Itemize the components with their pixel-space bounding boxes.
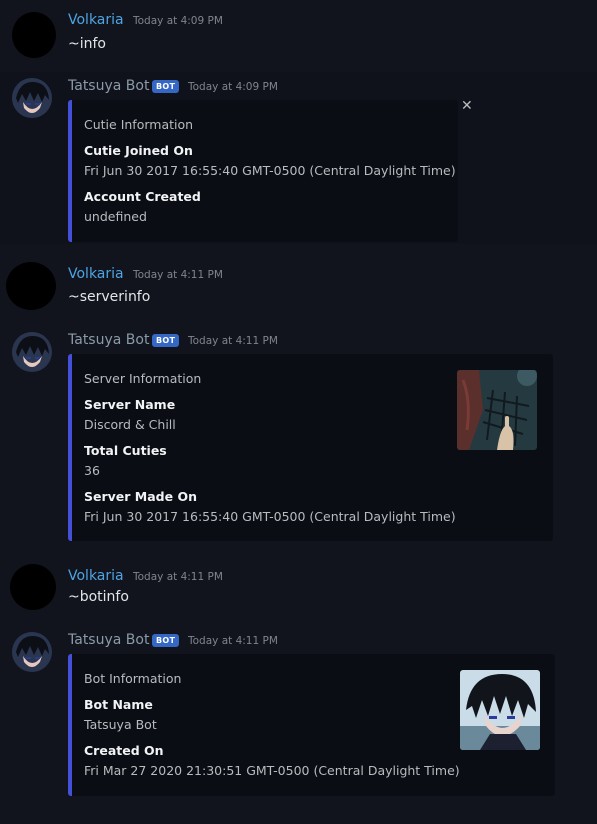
embed-field-value: Tatsuya Bot	[84, 717, 157, 732]
bot-badge: BOT	[152, 334, 180, 347]
embed-field-value: Fri Jun 30 2017 16:55:40 GMT-0500 (Centr…	[84, 163, 456, 178]
embed-title: Bot Information	[84, 671, 182, 686]
embed-field-name: Account Created	[84, 189, 201, 204]
timestamp: Today at 4:11 PM	[133, 269, 223, 281]
message-bot: Tatsuya Bot BOT Today at 4:11 PM Bot Inf…	[0, 626, 597, 801]
username[interactable]: Tatsuya Bot	[68, 632, 149, 648]
message-text: ~botinfo	[68, 589, 129, 605]
embed-field-name: Server Name	[84, 397, 176, 412]
timestamp: Today at 4:11 PM	[188, 335, 278, 347]
bot-badge: BOT	[152, 80, 180, 93]
message-user: Volkaria Today at 4:11 PM ~serverinfo	[0, 254, 597, 314]
embed-field-name: Cutie Joined On	[84, 143, 193, 158]
embed-title: Server Information	[84, 371, 202, 386]
message-user: Volkaria Today at 4:11 PM ~botinfo	[0, 554, 597, 616]
embed-field-value: undefined	[84, 209, 147, 224]
username[interactable]: Tatsuya Bot	[68, 78, 149, 94]
embed-field-name: Bot Name	[84, 697, 153, 712]
username[interactable]: Volkaria	[68, 568, 124, 584]
timestamp: Today at 4:11 PM	[133, 571, 223, 583]
avatar[interactable]	[6, 262, 56, 310]
embed: Bot Information Bot Name Tatsuya Bot Cre…	[68, 654, 555, 796]
avatar[interactable]	[10, 564, 56, 610]
embed-field-name: Created On	[84, 743, 164, 758]
embed-field-value: Fri Mar 27 2020 21:30:51 GMT-0500 (Centr…	[84, 763, 460, 778]
embed-field-name: Total Cuties	[84, 443, 167, 458]
avatar[interactable]	[12, 78, 52, 118]
embed-thumbnail[interactable]	[460, 670, 540, 750]
embed: Cutie Information Cutie Joined On Fri Ju…	[68, 100, 458, 242]
message-user: Volkaria Today at 4:09 PM ~info	[0, 0, 597, 70]
embed-field-value: Discord & Chill	[84, 417, 176, 432]
timestamp: Today at 4:09 PM	[188, 81, 278, 93]
close-icon[interactable]: ✕	[461, 98, 473, 114]
timestamp: Today at 4:11 PM	[188, 635, 278, 647]
message-bot: Tatsuya Bot BOT Today at 4:09 PM ✕ Cutie…	[0, 72, 597, 244]
message-text: ~serverinfo	[68, 289, 151, 305]
avatar[interactable]	[12, 332, 52, 372]
avatar[interactable]	[12, 12, 56, 58]
embed-thumbnail[interactable]	[457, 370, 537, 450]
embed: Server Information Server Name Discord &…	[68, 354, 553, 541]
embed-field-name: Server Made On	[84, 489, 197, 504]
bot-badge: BOT	[152, 634, 180, 647]
username[interactable]: Tatsuya Bot	[68, 332, 149, 348]
message-bot: Tatsuya Bot BOT Today at 4:11 PM Server …	[0, 326, 597, 546]
embed-field-value: 36	[84, 463, 100, 478]
timestamp: Today at 4:09 PM	[133, 15, 223, 27]
embed-title: Cutie Information	[84, 117, 194, 132]
username[interactable]: Volkaria	[68, 12, 124, 28]
embed-field-value: Fri Jun 30 2017 16:55:40 GMT-0500 (Centr…	[84, 509, 456, 524]
message-text: ~info	[68, 36, 106, 52]
avatar[interactable]	[12, 632, 52, 672]
username[interactable]: Volkaria	[68, 266, 124, 282]
